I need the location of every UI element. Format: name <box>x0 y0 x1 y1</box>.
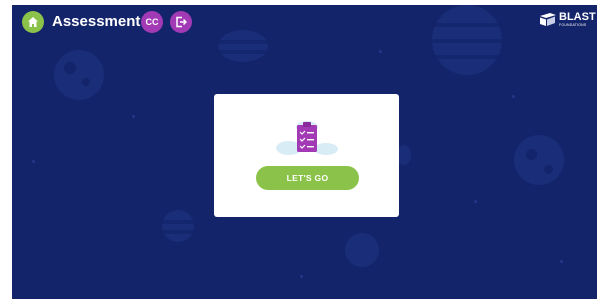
star-decoration <box>474 200 477 203</box>
user-avatar-badge[interactable]: CC <box>141 11 163 33</box>
planet-decoration <box>397 145 411 165</box>
brand-name: BLAST <box>559 11 596 23</box>
home-button[interactable] <box>22 11 44 33</box>
star-decoration <box>512 95 515 98</box>
planet-decoration <box>345 233 379 267</box>
blast-logo-icon <box>540 13 556 26</box>
logout-icon <box>176 16 187 28</box>
planet-decoration <box>162 210 194 242</box>
brand-logo: BLAST FOUNDATIONS <box>540 12 596 28</box>
logout-button[interactable] <box>170 11 192 33</box>
star-decoration <box>379 50 382 53</box>
brand-tagline: FOUNDATIONS <box>559 23 587 27</box>
planet-decoration <box>514 135 564 185</box>
start-card: LET'S GO <box>214 94 399 217</box>
star-decoration <box>32 160 35 163</box>
page-title: Assessment <box>52 13 141 30</box>
lets-go-button[interactable]: LET'S GO <box>256 166 359 190</box>
star-decoration <box>560 260 563 263</box>
clipboard-checklist-icon <box>276 121 338 155</box>
planet-decoration <box>54 50 104 100</box>
top-bar: Assessment CC BLAST FOUNDATIONS <box>12 5 597 37</box>
app-screen: Assessment CC BLAST FOUNDATIONS LET'S GO <box>12 5 597 299</box>
home-icon <box>28 17 38 27</box>
star-decoration <box>132 115 135 118</box>
star-decoration <box>300 275 303 278</box>
